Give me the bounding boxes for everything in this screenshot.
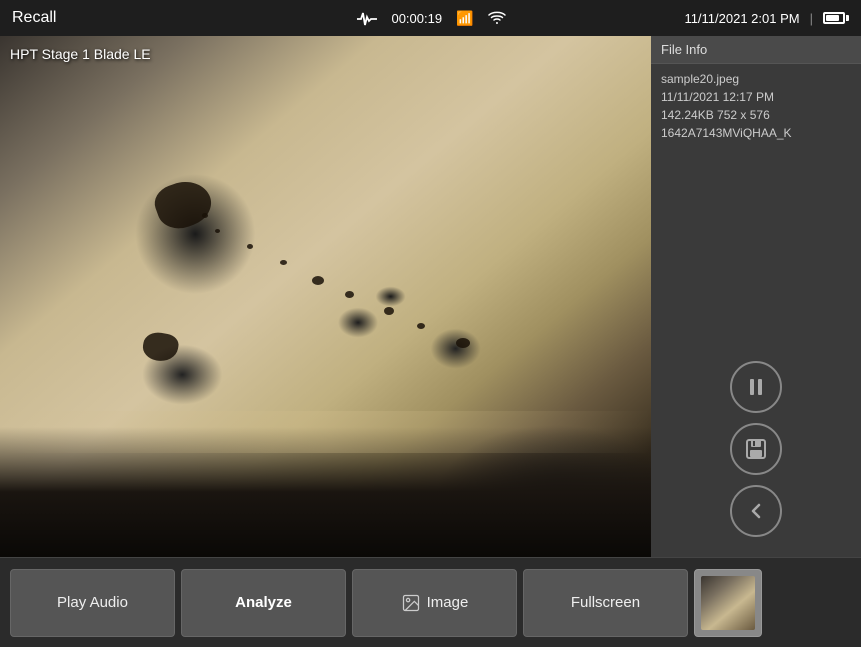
topbar: Recall 00:00:19 📶 11/11/2021 2:01 PM | bbox=[0, 0, 861, 36]
file-info-header: File Info bbox=[651, 36, 861, 64]
wifi-icon bbox=[488, 10, 506, 27]
file-info-size: 142.24KB 752 x 576 bbox=[661, 108, 851, 122]
file-info-hash: 1642A7143MViQHAA_K bbox=[661, 126, 851, 140]
right-panel: File Info sample20.jpeg 11/11/2021 12:17… bbox=[651, 36, 861, 557]
damage-spot-11 bbox=[202, 213, 208, 218]
topbar-datetime: 11/11/2021 2:01 PM bbox=[684, 11, 799, 26]
fullscreen-label: Fullscreen bbox=[571, 594, 640, 611]
app-title: Recall bbox=[12, 9, 56, 27]
damage-spot-8 bbox=[280, 260, 287, 265]
bluetooth-icon: 📶 bbox=[456, 10, 473, 27]
back-button[interactable] bbox=[730, 485, 782, 537]
save-button[interactable] bbox=[730, 423, 782, 475]
topbar-right: 11/11/2021 2:01 PM | bbox=[684, 11, 849, 26]
file-info-content: sample20.jpeg 11/11/2021 12:17 PM 142.24… bbox=[651, 64, 861, 148]
damage-spot-10 bbox=[215, 229, 220, 233]
thumbnail-button[interactable] bbox=[694, 569, 762, 637]
damage-spot-6 bbox=[417, 323, 425, 329]
image-icon bbox=[401, 593, 421, 613]
back-icon bbox=[744, 499, 768, 523]
play-audio-label: Play Audio bbox=[57, 594, 128, 611]
image-label: Image bbox=[427, 594, 469, 611]
damage-spot-7 bbox=[456, 338, 470, 348]
damage-spot-5 bbox=[384, 307, 394, 315]
battery-icon bbox=[823, 12, 849, 24]
blade-visual bbox=[0, 36, 651, 557]
topbar-center: 00:00:19 📶 bbox=[355, 7, 505, 29]
fullscreen-button[interactable]: Fullscreen bbox=[523, 569, 688, 637]
activity-icon bbox=[355, 7, 377, 29]
pause-icon bbox=[744, 375, 768, 399]
damage-spot-4 bbox=[345, 291, 354, 298]
damage-spot-9 bbox=[247, 244, 253, 249]
analyze-label: Analyze bbox=[235, 594, 292, 611]
damage-spot-1 bbox=[150, 174, 217, 235]
save-icon bbox=[744, 437, 768, 461]
image-button[interactable]: Image bbox=[352, 569, 517, 637]
bottom-bar: Play Audio Analyze Image Fullscreen bbox=[0, 557, 861, 647]
play-audio-button[interactable]: Play Audio bbox=[10, 569, 175, 637]
thumbnail-preview bbox=[701, 576, 755, 630]
analyze-button[interactable]: Analyze bbox=[181, 569, 346, 637]
topbar-timer: 00:00:19 bbox=[391, 11, 442, 26]
control-buttons bbox=[730, 361, 782, 537]
damage-spot-3 bbox=[312, 276, 324, 285]
damage-spot-2 bbox=[141, 330, 180, 364]
separator: | bbox=[810, 11, 813, 26]
file-info-filename: sample20.jpeg bbox=[661, 72, 851, 86]
file-info-date: 11/11/2021 12:17 PM bbox=[661, 90, 851, 104]
image-label: HPT Stage 1 Blade LE bbox=[10, 46, 151, 62]
image-panel: HPT Stage 1 Blade LE bbox=[0, 36, 651, 557]
main-area: HPT Stage 1 Blade LE File Info sample20.… bbox=[0, 36, 861, 557]
bright-band bbox=[0, 411, 651, 453]
pause-button[interactable] bbox=[730, 361, 782, 413]
